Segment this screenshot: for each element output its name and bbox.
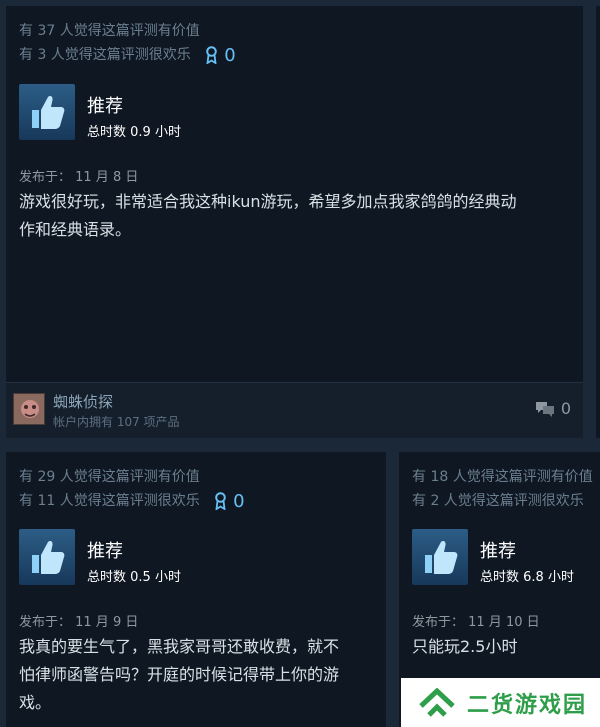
funny-count-text: 有 11 人觉得这篇评测很欢乐 [19, 493, 200, 509]
funny-count: 有 11 人觉得这篇评测很欢乐 0 [19, 490, 245, 512]
helpful-count: 有 37 人觉得这篇评测有价值 [19, 23, 200, 39]
funny-count: 有 2 人觉得这篇评测很欢乐 [412, 493, 584, 509]
review-text: 只能玩2.5小时 [412, 633, 517, 661]
watermark-text: 二货游戏园 [467, 692, 588, 718]
avatar[interactable] [13, 393, 45, 425]
award-ribbon-icon [206, 46, 218, 64]
award-button[interactable]: 0 [205, 44, 236, 66]
recommend-badge[interactable] [412, 529, 468, 585]
award-count: 0 [233, 490, 245, 512]
recommendation-label: 推荐 [87, 541, 123, 562]
review-card: 有 29 人觉得这篇评测有价值 有 11 人觉得这篇评测很欢乐 0 推荐 总时数… [6, 452, 386, 727]
review-text-line: 只能玩2.5小时 [412, 637, 518, 656]
helpful-count: 有 29 人觉得这篇评测有价值 [19, 469, 200, 485]
recommend-badge[interactable] [19, 529, 75, 585]
comments-button[interactable]: 0 [535, 399, 571, 418]
review-text: 我真的要生气了，黑我家哥哥还敢收费，就不 怕律师函警告吗？开庭的时候记得带上你的… [19, 633, 339, 717]
thumbs-up-icon [32, 96, 65, 129]
review-card: 有 37 人觉得这篇评测有价值 有 3 人觉得这篇评测很欢乐 0 推荐 总时数 … [6, 6, 583, 438]
review-text: 游戏很好玩，非常适合我这种ikun游玩，希望多加点我家鸽鸽的经典动 作和经典语录… [19, 188, 517, 244]
posted-date: 发布于： 11 月 8 日 [19, 170, 139, 185]
review-text-line: 我真的要生气了，黑我家哥哥还敢收费，就不 [19, 637, 340, 656]
posted-date: 发布于： 11 月 10 日 [412, 615, 540, 630]
posted-date: 发布于： 11 月 9 日 [19, 615, 139, 630]
playtime: 总时数 6.8 小时 [480, 570, 574, 585]
comment-bubbles-icon [535, 401, 554, 417]
helpful-count: 有 18 人觉得这篇评测有价值 [412, 469, 593, 485]
review-text-line: 作和经典语录。 [19, 220, 132, 239]
funny-count-text: 有 3 人觉得这篇评测很欢乐 [19, 47, 191, 63]
playtime: 总时数 0.9 小时 [87, 125, 181, 140]
review-text-line: 游戏很好玩，非常适合我这种ikun游玩，希望多加点我家鸽鸽的经典动 [19, 192, 517, 211]
award-button[interactable]: 0 [214, 490, 245, 512]
adjacent-card-edge [596, 6, 600, 438]
recommendation-label: 推荐 [480, 541, 516, 562]
thumbs-up-icon [32, 541, 65, 574]
review-footer: 蜘蛛侦探 帐户内拥有 107 项产品 0 [6, 382, 583, 438]
review-text-line: 怕律师函警告吗？开庭的时候记得带上你的游 [19, 665, 340, 684]
review-text-line: 戏。 [19, 693, 52, 712]
avatar-image [14, 394, 44, 424]
comment-count: 0 [560, 399, 571, 418]
thumbs-up-icon [425, 541, 458, 574]
author-name[interactable]: 蜘蛛侦探 [53, 391, 113, 412]
author-products: 帐户内拥有 107 项产品 [53, 415, 180, 429]
site-watermark: 二货游戏园 [401, 678, 600, 727]
recommendation-label: 推荐 [87, 96, 123, 117]
award-count: 0 [224, 44, 236, 66]
recommend-badge[interactable] [19, 84, 75, 140]
award-ribbon-icon [215, 492, 226, 510]
playtime: 总时数 0.5 小时 [87, 570, 181, 585]
funny-count: 有 3 人觉得这篇评测很欢乐 0 [19, 44, 236, 66]
watermark-logo-icon [419, 687, 455, 717]
